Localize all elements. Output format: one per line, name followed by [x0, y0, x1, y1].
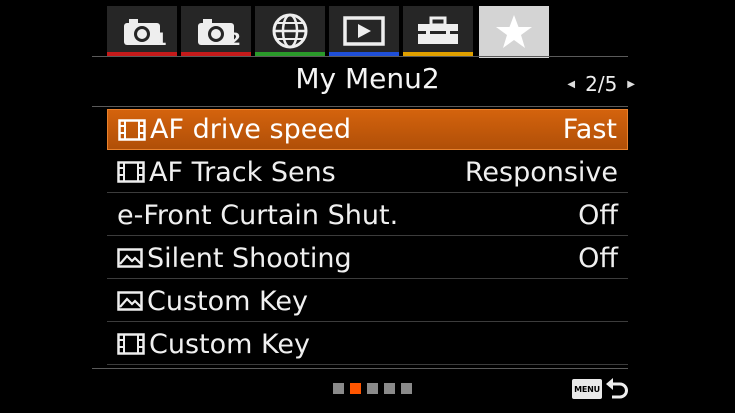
- movie-icon: [117, 333, 145, 355]
- menu-item-af-track-sens[interactable]: AF Track Sens Responsive: [107, 152, 628, 193]
- tab-my-menu[interactable]: [479, 6, 549, 58]
- menu-item-label: e-Front Curtain Shut.: [117, 199, 399, 231]
- menu-item-value: Responsive: [464, 156, 618, 188]
- menu-item-custom-key-still[interactable]: Custom Key: [107, 281, 628, 322]
- menu-item-value: Fast: [562, 114, 617, 145]
- tab-subscript: 2: [229, 30, 241, 50]
- still-image-icon: [117, 248, 143, 268]
- page-dot: [401, 383, 412, 394]
- header-top-divider: [92, 56, 628, 57]
- menu-item-label: Silent Shooting: [147, 242, 352, 274]
- playback-icon: [343, 16, 385, 46]
- menu-item-label: AF drive speed: [150, 114, 352, 145]
- menu-item-af-drive-speed[interactable]: AF drive speed Fast: [107, 109, 628, 150]
- menu-item-label: AF Track Sens: [149, 156, 336, 188]
- menu-item-value: Off: [578, 242, 618, 274]
- page-dot: [384, 383, 395, 394]
- tab-playback[interactable]: [329, 6, 399, 56]
- chevron-left-icon[interactable]: ◀: [567, 79, 575, 90]
- tab-network[interactable]: [255, 6, 325, 56]
- menu-item-e-front-curtain-shutter[interactable]: e-Front Curtain Shut. Off: [107, 195, 628, 236]
- globe-icon: [272, 13, 308, 49]
- still-image-icon: [117, 291, 143, 311]
- page-indicator: ◀ 2/5 ▶: [567, 72, 635, 96]
- menu-item-custom-key-movie[interactable]: Custom Key: [107, 324, 628, 365]
- menu-button[interactable]: MENU: [572, 379, 602, 399]
- movie-icon: [118, 118, 146, 141]
- tab-subscript: 1: [155, 30, 167, 50]
- movie-icon: [117, 161, 145, 183]
- page-dot-active: [350, 383, 361, 394]
- chevron-right-icon[interactable]: ▶: [627, 79, 635, 90]
- page-dots: [333, 383, 412, 394]
- tab-shooting-2[interactable]: 2: [181, 6, 251, 56]
- star-icon: [496, 15, 532, 48]
- menu-item-label: Custom Key: [147, 285, 308, 317]
- menu-item-value: Off: [578, 199, 618, 231]
- tab-setup[interactable]: [403, 6, 473, 56]
- menu-tab-bar: 1 2: [107, 6, 553, 58]
- footer-divider: [92, 368, 628, 369]
- header-bottom-divider: [92, 106, 628, 107]
- menu-item-label: Custom Key: [149, 328, 310, 360]
- page-number: 2/5: [585, 72, 618, 96]
- page-dot: [367, 383, 378, 394]
- menu-item-silent-shooting[interactable]: Silent Shooting Off: [107, 238, 628, 279]
- page-dot: [333, 383, 344, 394]
- toolbox-icon: [418, 16, 458, 44]
- tab-shooting-1[interactable]: 1: [107, 6, 177, 56]
- back-arrow-icon[interactable]: [605, 376, 629, 402]
